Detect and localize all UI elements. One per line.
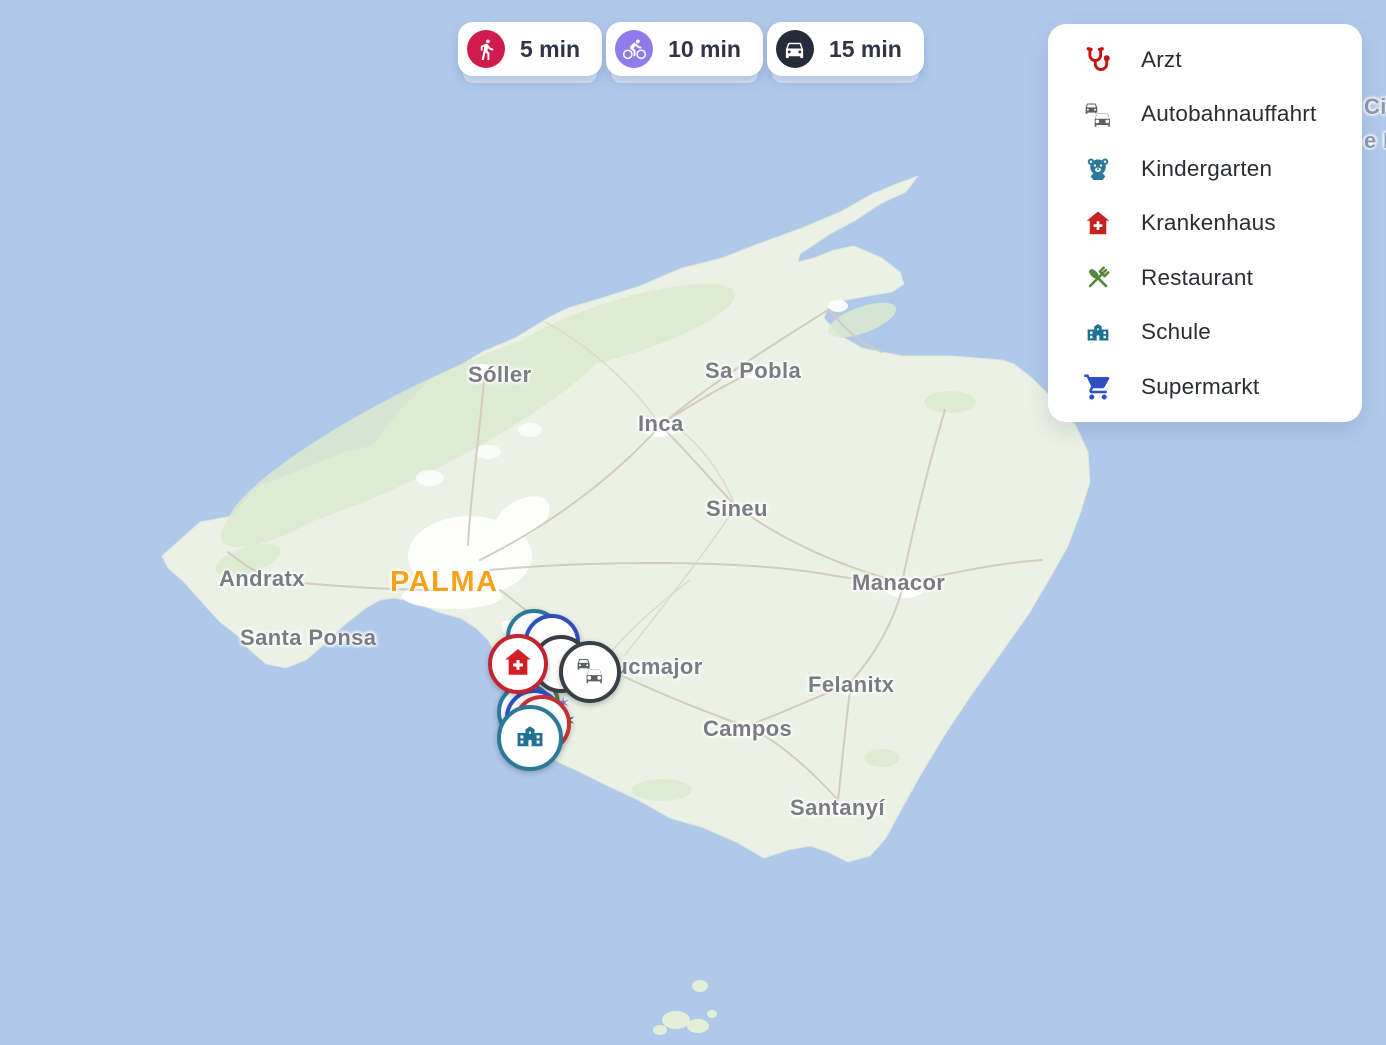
walk-time-pill[interactable]: 5 min [458, 22, 602, 76]
travel-time-toolbar: 5 min 10 min 15 min [458, 22, 924, 76]
legend-item-supermarkt[interactable]: Supermarkt [1048, 359, 1362, 414]
hospital-house-icon [1082, 207, 1114, 239]
marker-autobahnauffahrt[interactable] [559, 641, 621, 703]
map-label-partial-ciutadella-2: e M [1364, 128, 1386, 154]
walk-time-label: 5 min [520, 36, 580, 63]
marker-schule[interactable] [497, 705, 563, 771]
legend-label: Restaurant [1141, 265, 1253, 291]
school-building-icon [512, 718, 548, 759]
legend-item-kindergarten[interactable]: Kindergarten [1048, 141, 1362, 196]
map-label-partial-ciutadella-1: Ciu [1364, 94, 1386, 120]
car-icon [776, 30, 814, 68]
legend-label: Autobahnauffahrt [1141, 101, 1316, 127]
map-label-manacor: Manacor [852, 570, 945, 596]
legend-label: Schule [1141, 319, 1211, 345]
map-label-inca: Inca [638, 411, 684, 437]
poi-legend-panel: Arzt Autobahnauffahrt [1048, 24, 1362, 422]
map-label-felanitx: Felanitx [808, 672, 894, 698]
legend-label: Krankenhaus [1141, 210, 1276, 236]
map-label-soller: Sóller [468, 362, 532, 388]
bike-time-label: 10 min [668, 36, 741, 63]
map-label-sa-pobla: Sa Pobla [705, 358, 801, 384]
legend-item-schule[interactable]: Schule [1048, 305, 1362, 360]
map-label-andratx: Andratx [219, 566, 305, 592]
map-label-campos: Campos [703, 716, 792, 742]
marker-krankenhaus[interactable] [488, 634, 548, 694]
legend-label: Supermarkt [1141, 374, 1259, 400]
map-label-palma: PALMA [390, 566, 498, 599]
school-building-icon [1082, 316, 1114, 348]
fork-knife-icon [1082, 262, 1114, 294]
bike-time-pill[interactable]: 10 min [606, 22, 763, 76]
map-label-santanyi: Santanyí [790, 795, 885, 821]
map-label-sineu: Sineu [706, 496, 768, 522]
legend-label: Arzt [1141, 47, 1182, 73]
legend-item-autobahnauffahrt[interactable]: Autobahnauffahrt [1048, 87, 1362, 142]
shopping-cart-icon [1082, 371, 1114, 403]
drive-time-label: 15 min [829, 36, 902, 63]
legend-item-krankenhaus[interactable]: Krankenhaus [1048, 196, 1362, 251]
legend-item-restaurant[interactable]: Restaurant [1048, 250, 1362, 305]
cyclist-icon [615, 30, 653, 68]
two-cars-icon [574, 654, 606, 691]
map-label-santa-ponsa: Santa Ponsa [240, 625, 376, 651]
teddy-bear-icon [1082, 153, 1114, 185]
legend-item-arzt[interactable]: Arzt [1048, 32, 1362, 87]
legend-label: Kindergarten [1141, 156, 1272, 182]
hospital-house-icon [501, 645, 535, 684]
two-cars-icon [1082, 98, 1114, 130]
walking-icon [467, 30, 505, 68]
stethoscope-icon [1082, 44, 1114, 76]
drive-time-pill[interactable]: 15 min [767, 22, 924, 76]
